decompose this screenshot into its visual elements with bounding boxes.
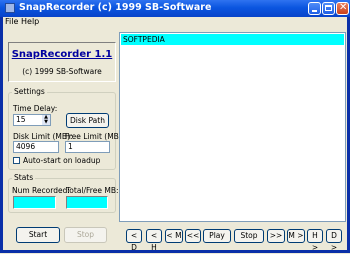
close-button[interactable]: ✕ — [336, 2, 349, 15]
prev-minute-button[interactable]: < M — [165, 229, 183, 243]
last-day-button[interactable]: D > — [326, 229, 342, 252]
play-button[interactable]: Play — [203, 229, 231, 243]
time-delay-label: Time Delay: — [13, 104, 58, 113]
app-icon — [5, 3, 15, 13]
app-window: SnapRecorder (c) 1999 SB-Software ✕ File… — [0, 0, 350, 253]
num-recorded-label: Num Recorded: — [12, 186, 70, 195]
forward-button[interactable]: >> — [267, 229, 285, 243]
menu-file[interactable]: File — [5, 17, 18, 26]
minimize-button[interactable] — [308, 2, 321, 15]
maximize-button[interactable] — [322, 2, 335, 15]
window-title: SnapRecorder (c) 1999 SB-Software — [19, 2, 212, 13]
disk-limit-input[interactable]: 4096 — [13, 141, 59, 153]
stop-button[interactable]: Stop — [64, 227, 107, 243]
settings-group-label: Settings — [12, 87, 47, 96]
app-name: SnapRecorder 1.1 — [11, 49, 113, 60]
time-delay-value: 15 — [16, 115, 26, 124]
disk-limit-label: Disk Limit (MB): — [13, 132, 73, 141]
disk-path-button[interactable]: Disk Path — [66, 113, 109, 128]
free-limit-label: Free Limit (MB): — [65, 132, 125, 141]
total-free-value — [66, 196, 108, 209]
autostart-checkbox[interactable] — [13, 157, 20, 164]
num-recorded-value — [13, 196, 56, 209]
prev-hour-button[interactable]: < H — [146, 229, 162, 252]
menu-bar: File Help — [3, 17, 347, 28]
recording-list[interactable]: SOFTPEDIA — [119, 32, 346, 222]
header-panel: SnapRecorder 1.1 (c) 1999 SB-Software — [8, 42, 116, 82]
menu-help[interactable]: Help — [21, 17, 39, 26]
time-delay-input[interactable]: 15 ▲ ▼ — [13, 114, 51, 126]
playback-stop-button[interactable]: Stop — [234, 229, 264, 243]
next-hour-button[interactable]: H > — [307, 229, 323, 252]
time-delay-spinner[interactable]: ▲ ▼ — [42, 115, 50, 125]
list-item[interactable]: SOFTPEDIA — [121, 34, 344, 45]
close-icon: ✕ — [339, 2, 348, 13]
title-bar[interactable]: SnapRecorder (c) 1999 SB-Software ✕ — [0, 0, 350, 17]
maximize-icon — [325, 5, 332, 11]
start-button[interactable]: Start — [16, 227, 60, 243]
first-day-button[interactable]: < D — [126, 229, 142, 252]
autostart-label: Auto-start on loadup — [23, 156, 101, 165]
total-free-label: Total/Free MB: — [66, 186, 119, 195]
minimize-icon — [312, 10, 317, 12]
free-limit-input[interactable]: 1 — [65, 141, 110, 153]
rewind-button[interactable]: << — [185, 229, 201, 243]
copyright-text: (c) 1999 SB-Software — [22, 67, 102, 76]
next-minute-button[interactable]: M > — [287, 229, 305, 243]
stats-group-label: Stats — [12, 173, 36, 182]
